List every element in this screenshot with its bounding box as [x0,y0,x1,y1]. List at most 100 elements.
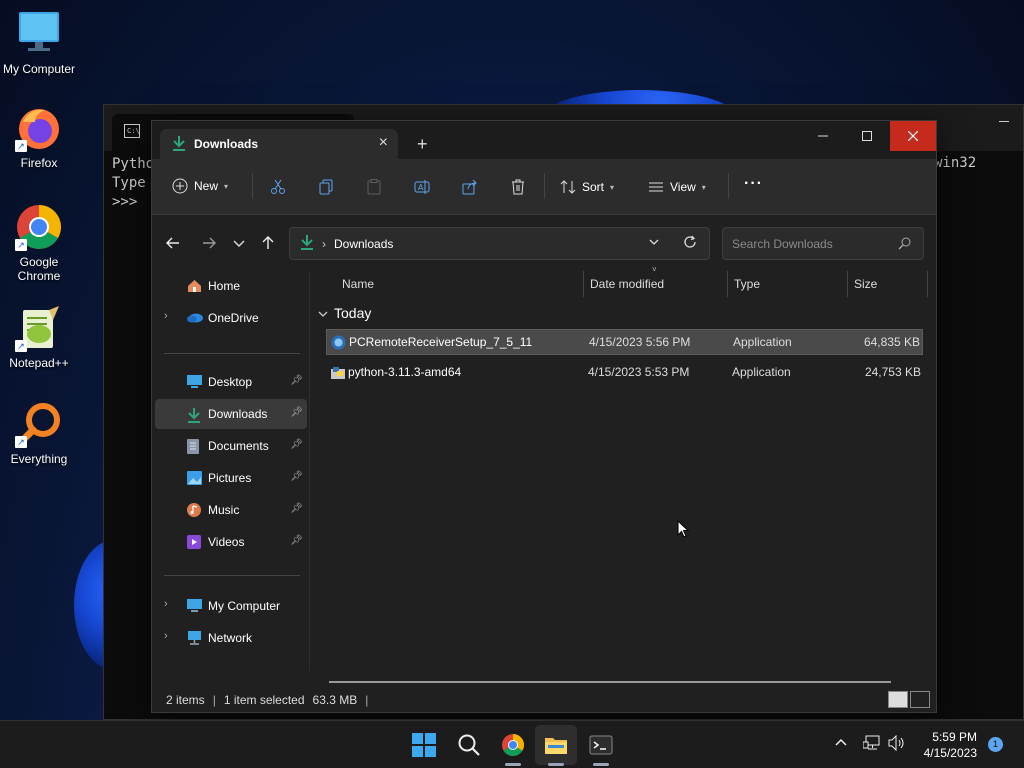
column-divider[interactable] [847,271,848,297]
column-divider[interactable] [583,271,584,297]
chevron-down-icon [318,305,328,321]
shortcut-arrow-icon: ↗ [15,340,27,352]
status-selection: 1 item selected [223,693,305,707]
address-bar[interactable]: › Downloads [289,227,710,260]
details-view-icon[interactable] [888,691,908,708]
minimize-button[interactable] [800,121,846,151]
desktop-icon [187,375,202,389]
column-header-size-label: Size [854,277,878,291]
search-input[interactable] [723,228,883,259]
address-dropdown-icon[interactable] [648,236,660,251]
search-icon[interactable] [898,237,911,253]
tab-downloads[interactable]: Downloads × [160,129,398,159]
new-tab-button[interactable]: + [417,134,428,155]
pin-icon[interactable]: 📌︎ [290,471,303,482]
terminal-output: Pytho Type >>> [112,155,154,212]
column-header-type[interactable]: Type [734,271,846,297]
desktop-icon-my-computer[interactable]: My Computer [0,10,78,76]
sidebar-item-documents[interactable]: Documents 📌︎ [155,431,307,461]
close-button[interactable] [890,121,936,151]
sidebar-item-network[interactable]: › Network [155,623,307,653]
back-button[interactable] [166,236,180,253]
new-button[interactable]: New ▾ [172,178,228,194]
pin-icon[interactable]: 📌︎ [290,535,303,546]
up-button[interactable] [261,236,275,253]
chevron-right-icon[interactable]: › [164,630,168,642]
search-button[interactable] [457,733,481,757]
taskbar-terminal[interactable] [589,733,613,766]
taskbar-chrome[interactable] [501,733,525,766]
taskbar-file-explorer[interactable] [544,733,568,766]
pin-icon[interactable]: 📌︎ [290,439,303,450]
chevron-right-icon[interactable]: › [164,598,168,610]
desktop-icon-notepadpp[interactable]: ↗ Notepad++ [0,304,78,370]
volume-icon[interactable] [888,734,906,754]
column-divider[interactable] [727,271,728,297]
pin-icon[interactable]: 📌︎ [290,407,303,418]
mouse-cursor-icon [677,519,690,543]
table-row[interactable]: python-3.11.3-amd64 4/15/2023 5:53 PM Ap… [326,360,923,386]
terminal-minimize-button[interactable] [999,121,1009,122]
status-selection-size: 63.3 MB [312,693,358,707]
desktop-icon-firefox[interactable]: ↗ Firefox [0,104,78,170]
maximize-button[interactable] [844,121,890,151]
table-row[interactable]: PCRemoteReceiverSetup_7_5_11 4/15/2023 5… [326,329,923,355]
file-type: Application [733,335,792,349]
console-icon: C:\ [124,124,140,138]
close-tab-icon[interactable]: × [379,134,388,152]
sidebar-item-desktop[interactable]: Desktop 📌︎ [155,367,307,397]
desktop-icon-chrome[interactable]: ↗ Google Chrome [0,203,78,283]
monitor-icon [187,599,202,613]
share-button[interactable] [462,179,478,195]
cut-button[interactable] [270,179,286,195]
recent-locations-button[interactable] [233,236,245,253]
view-icon [648,179,664,195]
sort-button[interactable]: Sort ▾ [560,179,614,195]
rename-button[interactable]: A [414,179,430,195]
view-button[interactable]: View ▾ [648,179,706,195]
copy-button[interactable] [318,179,334,195]
show-hidden-icons-button[interactable] [834,736,848,751]
paste-button[interactable] [366,179,382,195]
taskbar: 5:59 PM 4/15/2023 1 [0,720,1024,768]
sidebar-item-my-computer[interactable]: › My Computer [155,591,307,621]
refresh-icon[interactable] [683,235,697,252]
horizontal-scrollbar[interactable] [329,681,891,683]
more-options-button[interactable]: ··· [744,175,763,193]
sidebar-item-pictures[interactable]: Pictures 📌︎ [155,463,307,493]
start-button[interactable] [412,733,436,757]
network-status-icon[interactable] [862,735,881,754]
column-header-date[interactable]: Date modified ˅ [590,265,728,297]
system-clock[interactable]: 5:59 PM 4/15/2023 [915,729,977,761]
pin-icon[interactable]: 📌︎ [290,375,303,386]
terminal-line: >>> [112,194,138,210]
desktop-icon-everything[interactable]: ↗ Everything [0,400,78,466]
pin-icon[interactable]: 📌︎ [290,503,303,514]
chevron-right-icon[interactable]: › [164,310,168,322]
group-header-today[interactable]: Today [318,305,371,321]
file-size: 64,835 KB [863,335,920,349]
breadcrumb-location[interactable]: Downloads [334,237,393,251]
sidebar-item-downloads[interactable]: Downloads 📌︎ [155,399,307,429]
shortcut-arrow-icon: ↗ [15,436,27,448]
sidebar-item-home[interactable]: Home [155,271,307,301]
column-header-name-cell[interactable]: Name [342,271,582,297]
search-box[interactable] [722,227,924,260]
sidebar-item-onedrive[interactable]: › OneDrive [155,303,307,333]
documents-icon [187,439,202,454]
firefox-icon: ↗ [15,104,63,152]
navigation-bar: › Downloads [152,215,936,271]
tiles-view-icon[interactable] [910,691,930,708]
sidebar-item-videos[interactable]: Videos 📌︎ [155,527,307,557]
sidebar-item-music[interactable]: Music 📌︎ [155,495,307,525]
delete-button[interactable] [510,179,526,195]
column-header-size[interactable]: Size [854,271,926,297]
sidebar-item-label: Desktop [208,375,253,389]
column-header-date-label: Date modified [590,277,665,291]
notification-badge[interactable]: 1 [988,737,1003,752]
plus-circle-icon [172,178,188,194]
file-explorer-window[interactable]: Downloads × + New ▾ A Sort ▾ View ▾ ··· … [151,120,937,713]
column-divider[interactable] [927,271,928,297]
desktop-icon-label: Notepad++ [9,356,69,370]
forward-button[interactable] [202,236,216,253]
